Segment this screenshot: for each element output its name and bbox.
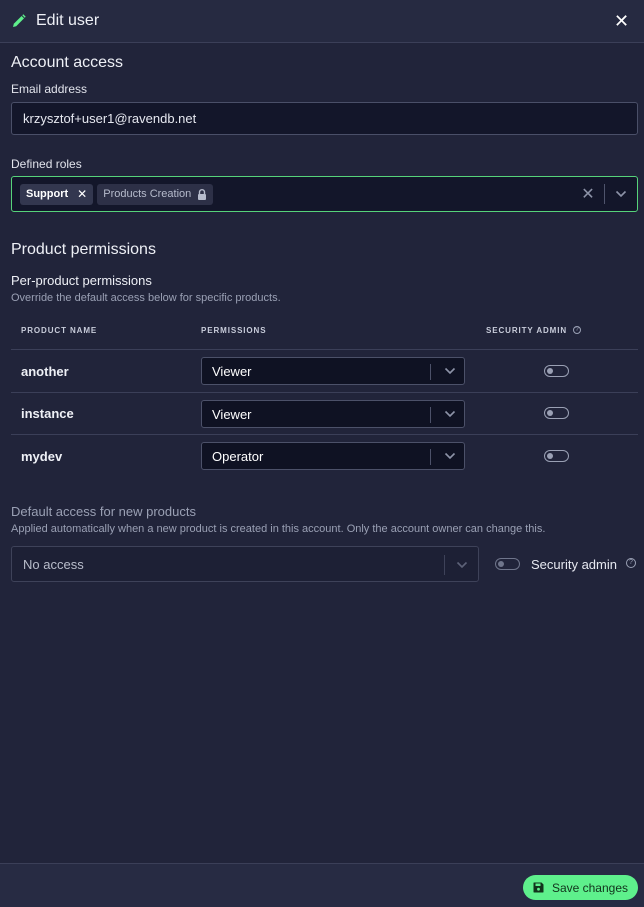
select-divider <box>444 555 445 575</box>
close-icon[interactable]: ✕ <box>614 12 629 30</box>
role-chip-label: Support <box>26 188 69 200</box>
toggle-knob <box>498 561 504 567</box>
permission-select[interactable]: Viewer <box>201 357 465 385</box>
default-security-admin-label: Security admin <box>531 557 617 572</box>
permission-select[interactable]: Operator <box>201 442 465 470</box>
product-name: another <box>21 364 69 379</box>
roles-multiselect[interactable]: Support ✕ Products Creation ✕ <box>11 176 638 212</box>
dialog-title: Edit user <box>36 12 100 29</box>
per-product-desc: Override the default access below for sp… <box>11 292 281 304</box>
security-admin-toggle[interactable] <box>544 407 569 419</box>
permission-value: Viewer <box>212 363 252 379</box>
product-permissions-heading: Product permissions <box>11 241 156 258</box>
role-chip-products-creation: Products Creation <box>97 183 214 205</box>
dialog-footer: Save changes <box>0 863 644 907</box>
table-divider <box>11 434 638 435</box>
default-security-admin-toggle[interactable] <box>495 558 520 570</box>
lock-icon <box>197 188 207 200</box>
chevron-down-icon[interactable] <box>444 452 456 460</box>
toggle-knob <box>547 453 553 459</box>
help-icon[interactable]: ? <box>573 326 581 334</box>
save-label: Save changes <box>551 880 628 895</box>
select-divider <box>430 449 431 465</box>
chevron-down-icon[interactable] <box>456 561 468 569</box>
default-access-select[interactable]: No access <box>11 546 479 582</box>
table-divider <box>11 392 638 393</box>
save-icon <box>533 882 544 893</box>
save-button[interactable]: Save changes <box>522 875 638 900</box>
remove-role-icon[interactable]: ✕ <box>77 187 87 201</box>
select-divider <box>430 364 431 380</box>
roles-label: Defined roles <box>11 157 82 171</box>
dialog-header: Edit user ✕ <box>0 0 644 43</box>
select-divider <box>430 407 431 423</box>
default-access-title: Default access for new products <box>11 504 196 519</box>
product-name: instance <box>21 406 74 421</box>
security-admin-toggle[interactable] <box>544 450 569 462</box>
account-access-heading: Account access <box>11 54 124 71</box>
chevron-down-icon[interactable] <box>444 410 456 418</box>
permission-select[interactable]: Viewer <box>201 400 465 428</box>
column-header-security: SECURITY ADMIN <box>486 326 568 335</box>
per-product-title: Per-product permissions <box>11 273 152 288</box>
default-access-value: No access <box>23 556 84 572</box>
product-name: mydev <box>21 449 63 464</box>
table-divider <box>11 349 638 350</box>
toggle-knob <box>547 368 553 374</box>
default-access-desc: Applied automatically when a new product… <box>11 523 546 535</box>
clear-roles-icon[interactable]: ✕ <box>580 184 596 204</box>
help-icon[interactable]: ? <box>626 558 636 568</box>
role-chip-label: Products Creation <box>103 188 192 200</box>
email-label: Email address <box>11 82 88 96</box>
role-chip-support: Support ✕ <box>20 183 94 205</box>
chevron-down-icon[interactable] <box>605 190 637 198</box>
email-field[interactable]: krzysztof+user1@ravendb.net <box>11 102 638 135</box>
column-header-permissions: PERMISSIONS <box>201 326 267 335</box>
toggle-knob <box>547 410 553 416</box>
security-admin-toggle[interactable] <box>544 365 569 377</box>
permission-value: Operator <box>212 448 264 464</box>
email-value: krzysztof+user1@ravendb.net <box>23 111 197 126</box>
pencil-icon <box>12 14 26 28</box>
chevron-down-icon[interactable] <box>444 367 456 375</box>
column-header-product: PRODUCT NAME <box>21 326 98 335</box>
permission-value: Viewer <box>212 406 252 422</box>
